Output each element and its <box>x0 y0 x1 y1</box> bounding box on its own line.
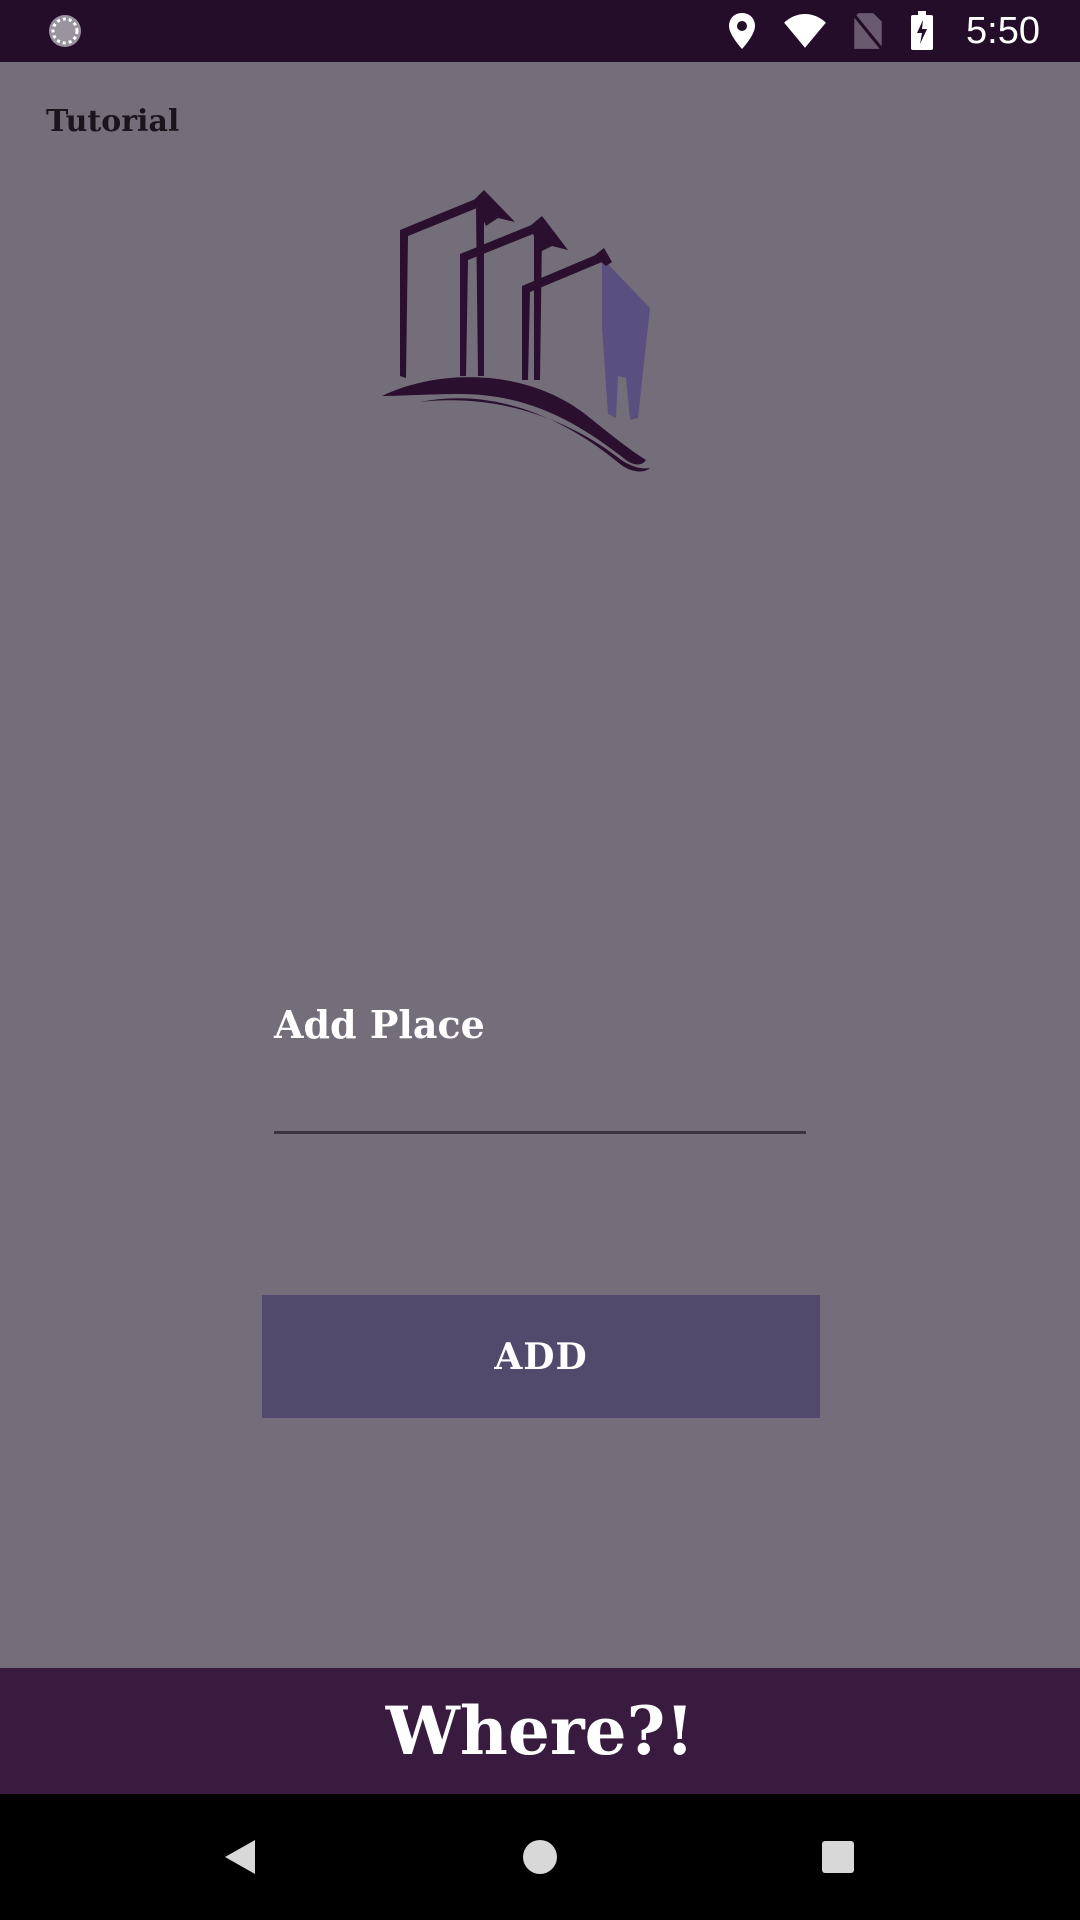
add-place-label: Add Place <box>274 1002 485 1047</box>
home-button[interactable] <box>480 1794 600 1920</box>
location-pin-icon <box>729 13 756 49</box>
recents-button[interactable] <box>778 1794 898 1920</box>
loading-icon <box>49 15 81 47</box>
back-button[interactable] <box>180 1794 300 1920</box>
add-button[interactable]: ADD <box>262 1295 820 1418</box>
home-icon <box>523 1840 557 1874</box>
brand-bar: Where?! <box>0 1668 1080 1794</box>
battery-charging-icon <box>911 11 934 50</box>
no-sim-icon <box>853 13 883 50</box>
wifi-icon <box>784 14 826 48</box>
status-bar: 5:50 <box>0 0 1080 62</box>
navigation-bar <box>0 1794 1080 1920</box>
brand-title: Where?! <box>385 1692 695 1770</box>
city-buildings-logo-icon <box>382 190 650 472</box>
app-screen: 5:50 Tutorial Add Place ADD Where?! <box>0 0 1080 1920</box>
add-place-input[interactable] <box>274 1060 806 1134</box>
back-icon <box>225 1840 255 1874</box>
status-icons: 5:50 <box>724 0 1040 62</box>
status-time: 5:50 <box>966 9 1040 52</box>
recents-icon <box>822 1841 854 1873</box>
tutorial-link[interactable]: Tutorial <box>46 104 179 139</box>
